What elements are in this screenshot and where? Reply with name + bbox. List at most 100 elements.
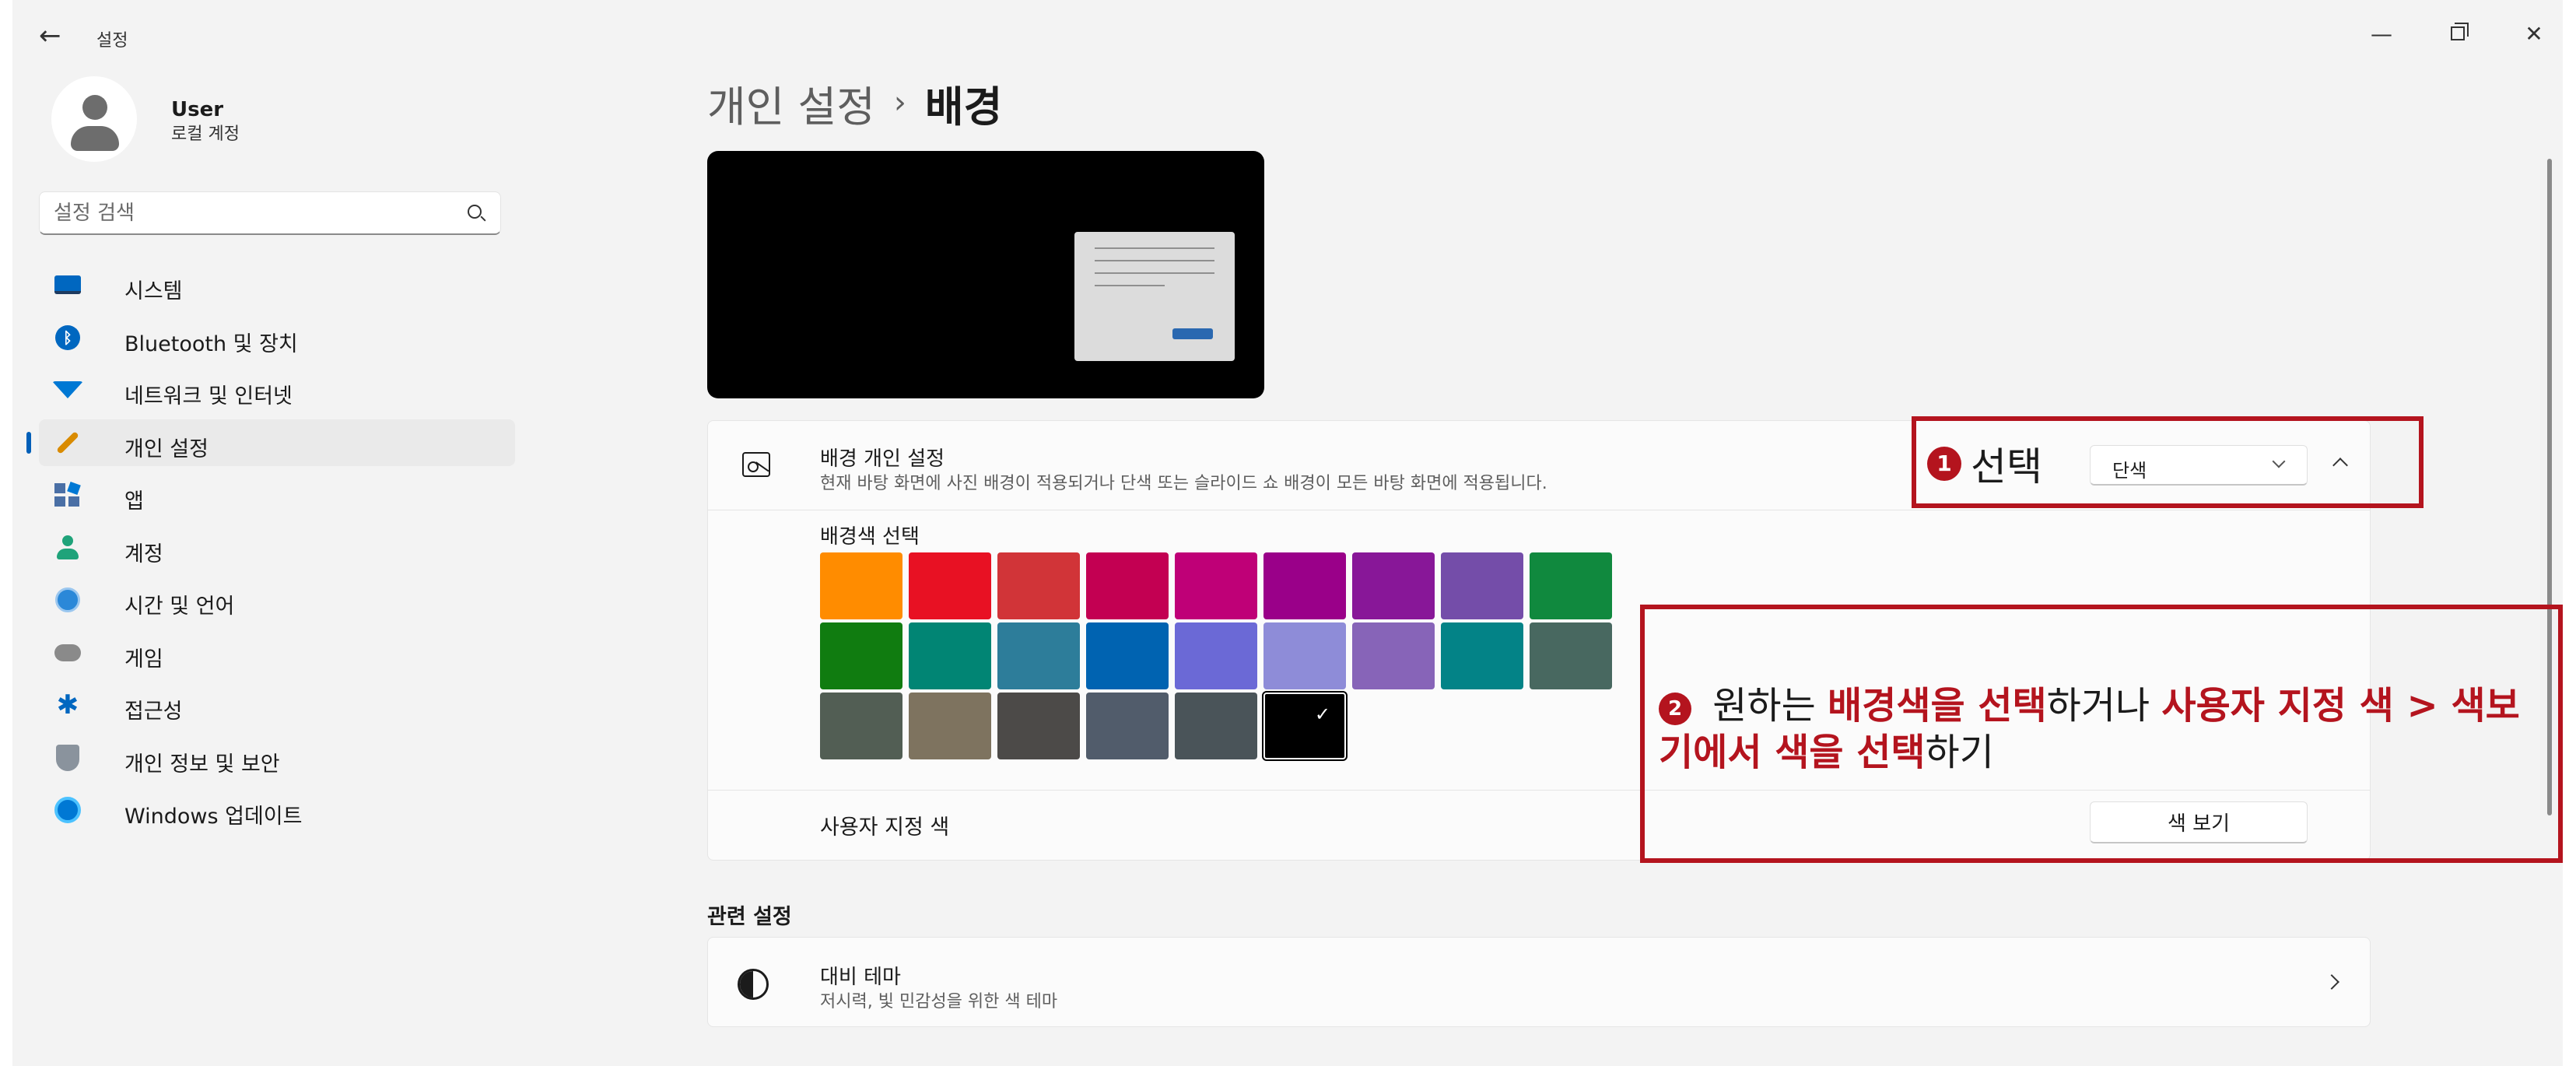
- title-bar: ← 설정 — ✕: [12, 0, 2563, 70]
- update-icon: [54, 797, 81, 823]
- step1-label: 선택: [1971, 444, 2042, 489]
- checkmark-icon: ✓: [1314, 703, 1330, 725]
- contrast-themes-card[interactable]: 대비 테마 저시력, 빛 민감성을 위한 색 테마: [707, 937, 2371, 1027]
- restore-button[interactable]: [2423, 8, 2493, 59]
- breadcrumb-parent[interactable]: 개인 설정: [707, 72, 875, 134]
- step2-text: 원하는: [1701, 684, 1828, 728]
- sidebar-item-label: 접근성: [124, 700, 183, 724]
- palette-label: 배경색 선택: [820, 525, 920, 549]
- sidebar-item-windows-update[interactable]: Windows 업데이트: [39, 787, 515, 833]
- image-icon: [742, 452, 770, 477]
- color-swatch[interactable]: [1263, 552, 1346, 619]
- shield-icon: [54, 744, 81, 771]
- color-swatch[interactable]: [820, 693, 902, 759]
- contrast-icon: [738, 969, 769, 1000]
- contrast-title: 대비 테마: [820, 966, 901, 989]
- accessibility-icon: ✱: [56, 689, 79, 721]
- color-swatch[interactable]: [1175, 693, 1257, 759]
- sidebar-item-gaming[interactable]: 게임: [39, 629, 515, 676]
- desktop-preview: [707, 151, 1264, 398]
- preview-window: [1074, 232, 1235, 361]
- account-icon: [54, 535, 81, 560]
- color-swatch[interactable]: [820, 552, 902, 619]
- sidebar-item-bluetooth[interactable]: ᛒ Bluetooth 및 장치: [39, 314, 515, 361]
- color-swatch[interactable]: [997, 622, 1080, 689]
- color-swatch[interactable]: [1441, 622, 1523, 689]
- sidebar-item-label: Bluetooth 및 장치: [124, 331, 298, 356]
- step2-text: 하기: [1925, 731, 1994, 774]
- color-swatch[interactable]: [1086, 622, 1169, 689]
- close-button[interactable]: ✕: [2499, 8, 2563, 59]
- color-swatch[interactable]: [909, 693, 991, 759]
- search-icon[interactable]: [468, 205, 482, 219]
- settings-search[interactable]: [39, 191, 501, 235]
- bluetooth-icon: ᛒ: [54, 324, 81, 350]
- sidebar-item-personalization[interactable]: 개인 설정: [26, 419, 515, 466]
- color-swatch[interactable]: [1086, 693, 1169, 759]
- color-swatch[interactable]: [1086, 552, 1169, 619]
- wifi-icon: [52, 377, 83, 402]
- color-swatch[interactable]: [909, 622, 991, 689]
- breadcrumb-separator: ›: [893, 85, 906, 121]
- apps-icon: [54, 481, 81, 507]
- sidebar-item-time-language[interactable]: 시간 및 언어: [39, 577, 515, 623]
- app-title: 설정: [96, 31, 128, 51]
- active-indicator: [26, 431, 31, 454]
- sidebar-item-label: 시간 및 언어: [124, 594, 235, 619]
- color-swatch[interactable]: [1352, 552, 1435, 619]
- sidebar-item-label: 시스템: [124, 279, 183, 303]
- back-arrow-icon[interactable]: ←: [39, 20, 61, 51]
- color-swatch[interactable]: [1530, 622, 1612, 689]
- page-title: 배경: [924, 82, 1003, 131]
- user-name: User: [171, 98, 224, 121]
- step2-number: 2: [1659, 693, 1691, 725]
- system-icon: [54, 272, 81, 297]
- color-swatch[interactable]: [997, 693, 1080, 759]
- background-description: 현재 바탕 화면에 사진 배경이 적용되거나 단색 또는 슬라이드 쇼 배경이 …: [820, 474, 1547, 493]
- color-swatch[interactable]: ✓: [1262, 691, 1348, 761]
- color-swatch[interactable]: [1530, 552, 1612, 619]
- sidebar-item-apps[interactable]: 앱: [39, 472, 515, 518]
- color-swatch[interactable]: [820, 622, 902, 689]
- account-type: 로컬 계정: [171, 124, 240, 144]
- annotation-step1: 1 선택: [1927, 436, 2042, 492]
- step2-text: 하거나: [2046, 684, 2162, 728]
- sidebar-item-network[interactable]: 네트워크 및 인터넷: [39, 366, 515, 413]
- color-swatch[interactable]: [1263, 622, 1346, 689]
- color-swatch[interactable]: [1175, 552, 1257, 619]
- sidebar-item-label: Windows 업데이트: [124, 805, 303, 829]
- sidebar-item-label: 개인 정보 및 보안: [124, 752, 280, 777]
- avatar: [51, 76, 137, 162]
- gamepad-icon: [54, 640, 81, 665]
- related-settings-heading: 관련 설정: [707, 905, 792, 929]
- color-swatch[interactable]: [1175, 622, 1257, 689]
- annotation-step2: 2 원하는 배경색을 선택하거나 사용자 지정 색 > 색보기에서 색을 선택하…: [1659, 682, 2546, 776]
- step2-highlight-1: 배경색을 선택: [1828, 684, 2047, 728]
- custom-color-label: 사용자 지정 색: [820, 815, 950, 840]
- sidebar-nav: 시스템 ᛒ Bluetooth 및 장치 네트워크 및 인터넷 개인 설정 앱 …: [26, 261, 515, 840]
- sidebar-item-label: 개인 설정: [124, 437, 209, 461]
- search-input[interactable]: [54, 198, 427, 228]
- brush-icon: [54, 430, 81, 455]
- sidebar-item-label: 네트워크 및 인터넷: [124, 384, 293, 409]
- color-swatch[interactable]: [997, 552, 1080, 619]
- sidebar-item-label: 앱: [124, 489, 144, 514]
- breadcrumb: 개인 설정 › 배경: [707, 75, 1002, 131]
- step1-number: 1: [1927, 447, 1961, 481]
- color-swatch[interactable]: [1352, 622, 1435, 689]
- background-title: 배경 개인 설정: [820, 447, 945, 471]
- sidebar-item-system[interactable]: 시스템: [39, 261, 515, 308]
- color-swatch[interactable]: [1441, 552, 1523, 619]
- sidebar-item-privacy[interactable]: 개인 정보 및 보안: [39, 735, 515, 781]
- color-swatch[interactable]: [909, 552, 991, 619]
- chevron-right-icon: [2324, 974, 2339, 990]
- time-language-icon: [54, 587, 81, 612]
- restore-icon: [2451, 23, 2469, 40]
- sidebar-item-label: 계정: [124, 542, 163, 566]
- sidebar-item-label: 게임: [124, 647, 163, 672]
- settings-window: ← 설정 — ✕ User 로컬 계정 시스템 ᛒ Bluetooth 및 장치…: [12, 0, 2563, 1066]
- contrast-description: 저시력, 빛 민감성을 위한 색 테마: [820, 992, 1058, 1012]
- minimize-button[interactable]: —: [2346, 8, 2417, 59]
- sidebar-item-accounts[interactable]: 계정: [39, 524, 515, 571]
- sidebar-item-accessibility[interactable]: ✱ 접근성: [39, 682, 515, 728]
